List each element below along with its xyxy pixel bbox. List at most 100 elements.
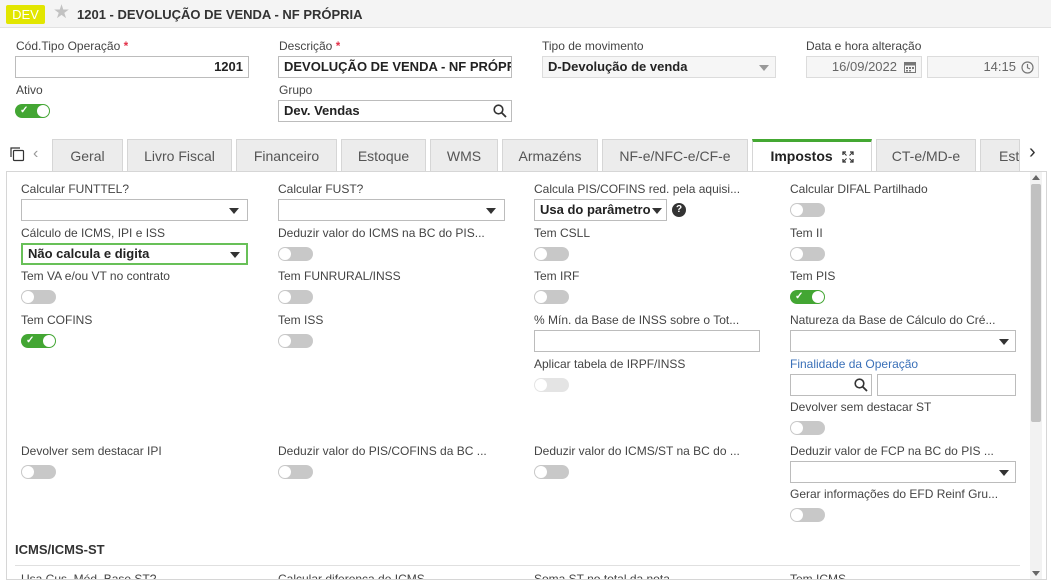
- csll-toggle[interactable]: [534, 247, 569, 261]
- va-vt-toggle[interactable]: [21, 290, 56, 304]
- min-inss-input[interactable]: [534, 330, 760, 352]
- devolver-st-label: Devolver sem destacar ST: [790, 400, 932, 414]
- cod-tipo-input[interactable]: 1201: [15, 56, 249, 78]
- funtel-label: Calcular FUNTTEL?: [21, 182, 130, 196]
- help-icon[interactable]: ?: [672, 203, 686, 217]
- ii-toggle[interactable]: [790, 247, 825, 261]
- scrollbar-thumb[interactable]: [1031, 184, 1041, 422]
- tem-icms-label: Tem ICMS: [790, 572, 847, 580]
- title-bar: DEV ★ 1201 - DEVOLUÇÃO DE VENDA - NF PRÓ…: [0, 0, 1051, 28]
- fust-label: Calcular FUST?: [278, 182, 364, 196]
- efd-reinf-label: Gerar informações do EFD Reinf Gru...: [790, 487, 999, 501]
- deduzir-pis-cofins-toggle[interactable]: [278, 465, 313, 479]
- finalidade-link[interactable]: Finalidade da Operação: [790, 357, 918, 371]
- pis-cofins-red-label: Calcula PIS/COFINS red. pela aquisi...: [534, 182, 741, 196]
- deduzir-icms-st-label: Deduzir valor do ICMS/ST na BC do ...: [534, 444, 740, 458]
- hora-input: 14:15: [927, 56, 1039, 78]
- ii-label: Tem II: [790, 226, 823, 240]
- devolver-ipi-label: Devolver sem destacar IPI: [21, 444, 162, 458]
- cod-tipo-label: Cód.Tipo Operação *: [16, 39, 129, 53]
- iss-label: Tem ISS: [278, 313, 324, 327]
- copy-icon[interactable]: [9, 146, 25, 162]
- tab-cte-mde[interactable]: CT-e/MD-e: [876, 139, 976, 171]
- tab-impostos[interactable]: Impostos: [752, 139, 872, 172]
- chevron-down-icon: [999, 339, 1009, 345]
- search-icon[interactable]: [854, 378, 868, 392]
- chevron-down-icon: [486, 208, 496, 214]
- scroll-up-icon[interactable]: [1032, 175, 1040, 180]
- section-icms-title: ICMS/ICMS-ST: [15, 542, 105, 557]
- search-icon[interactable]: [493, 104, 507, 118]
- tab-estoque[interactable]: Estoque: [341, 139, 426, 171]
- type-badge: DEV: [6, 5, 45, 24]
- impostos-panel: Calcular FUNTTEL? Calcular FUST? Calcula…: [6, 171, 1047, 580]
- grupo-label: Grupo: [279, 83, 313, 97]
- funtel-select[interactable]: [21, 199, 248, 221]
- calc-dif-label: Calcular diferença de ICMS: [278, 572, 425, 580]
- tab-bar: ‹ Geral Livro Fiscal Financeiro Estoque …: [0, 139, 1051, 172]
- finalidade-desc-input[interactable]: [877, 374, 1016, 396]
- finalidade-code-input[interactable]: [790, 374, 872, 396]
- calc-icms-select[interactable]: Não calcula e digita: [21, 243, 248, 265]
- deduzir-fcp-select[interactable]: [790, 461, 1016, 483]
- chevron-down-icon: [999, 470, 1009, 476]
- tab-geral[interactable]: Geral: [52, 139, 123, 171]
- deduzir-icms-st-toggle[interactable]: [534, 465, 569, 479]
- ativo-toggle[interactable]: ✓: [15, 104, 50, 118]
- descricao-label: Descrição *: [279, 39, 341, 53]
- expand-icon[interactable]: [841, 151, 854, 163]
- devolver-ipi-toggle[interactable]: [21, 465, 56, 479]
- chevron-down-icon: [652, 208, 662, 214]
- deduzir-icms-pis-label: Deduzir valor do ICMS na BC do PIS...: [278, 226, 485, 240]
- tipo-movimento-select[interactable]: D-Devolução de venda: [542, 56, 776, 78]
- fust-select[interactable]: [278, 199, 505, 221]
- devolver-st-toggle[interactable]: [790, 421, 825, 435]
- funrural-label: Tem FUNRURAL/INSS: [278, 269, 401, 283]
- va-vt-label: Tem VA e/ou VT no contrato: [21, 269, 170, 283]
- pis-cofins-red-select[interactable]: Usa do parâmetro: [534, 199, 667, 221]
- deduzir-fcp-label: Deduzir valor de FCP na BC do PIS ...: [790, 444, 994, 458]
- deduzir-pis-cofins-label: Deduzir valor do PIS/COFINS da BC ...: [278, 444, 487, 458]
- pis-label: Tem PIS: [790, 269, 836, 283]
- deduzir-icms-pis-toggle[interactable]: [278, 247, 313, 261]
- chevron-right-icon[interactable]: ›: [1029, 141, 1036, 164]
- irf-toggle[interactable]: [534, 290, 569, 304]
- tab-financeiro[interactable]: Financeiro: [236, 139, 337, 171]
- cofins-label: Tem COFINS: [21, 313, 93, 327]
- page-title: 1201 - DEVOLUÇÃO DE VENDA - NF PRÓPRIA: [77, 7, 363, 22]
- descricao-input[interactable]: DEVOLUÇÃO DE VENDA - NF PRÓPRI: [278, 56, 512, 78]
- tab-armazens[interactable]: Armazéns: [502, 139, 598, 171]
- irf-label: Tem IRF: [534, 269, 580, 283]
- csll-label: Tem CSLL: [534, 226, 591, 240]
- data-hora-label: Data e hora alteração: [806, 39, 922, 53]
- difal-toggle[interactable]: [790, 203, 825, 217]
- ativo-label: Ativo: [16, 83, 43, 97]
- irpf-label: Aplicar tabela de IRPF/INSS: [534, 357, 686, 371]
- panel-scrollbar[interactable]: [1030, 172, 1042, 579]
- irpf-toggle[interactable]: [534, 378, 569, 392]
- chevron-left-icon[interactable]: ‹: [33, 145, 38, 163]
- section-divider: [15, 565, 1020, 566]
- natureza-select[interactable]: [790, 330, 1016, 352]
- funrural-toggle[interactable]: [278, 290, 313, 304]
- tab-nfe[interactable]: NF-e/NFC-e/CF-e: [602, 139, 748, 171]
- tab-livro-fiscal[interactable]: Livro Fiscal: [127, 139, 232, 171]
- natureza-label: Natureza da Base de Cálculo do Cré...: [790, 313, 996, 327]
- usa-cus-label: Usa Cus. Méd. Base ST?: [21, 572, 157, 580]
- efd-reinf-toggle[interactable]: [790, 508, 825, 522]
- grupo-input[interactable]: Dev. Vendas: [278, 100, 512, 122]
- scroll-down-icon[interactable]: [1032, 571, 1040, 576]
- star-icon[interactable]: ★: [53, 2, 70, 24]
- chevron-down-icon: [229, 208, 239, 214]
- cofins-toggle[interactable]: ✓: [21, 334, 56, 348]
- iss-toggle[interactable]: [278, 334, 313, 348]
- soma-st-label: Soma ST no total da nota: [534, 572, 670, 580]
- pis-toggle[interactable]: ✓: [790, 290, 825, 304]
- tab-est[interactable]: Est: [980, 139, 1020, 171]
- chevron-down-icon: [759, 65, 769, 71]
- data-input: 16/09/2022: [806, 56, 922, 78]
- tab-wms[interactable]: WMS: [430, 139, 498, 171]
- difal-label: Calcular DIFAL Partilhado: [790, 182, 928, 196]
- clock-icon: [1021, 61, 1034, 74]
- calc-icms-label: Cálculo de ICMS, IPI e ISS: [21, 226, 166, 240]
